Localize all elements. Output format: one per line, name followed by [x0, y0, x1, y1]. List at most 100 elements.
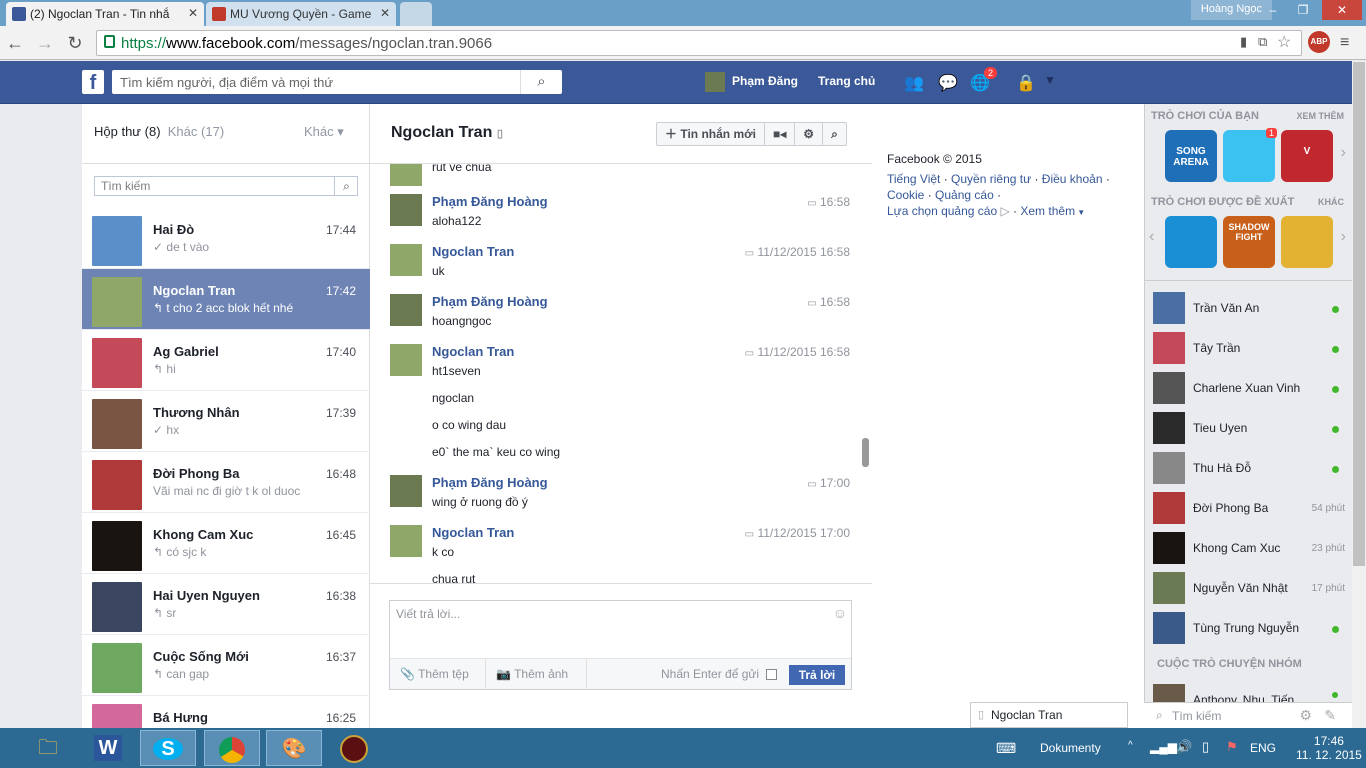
- close-tab-icon[interactable]: ✕: [188, 6, 198, 20]
- window-close-icon[interactable]: ✕: [1322, 0, 1362, 20]
- chat-search-input[interactable]: Tìm kiếm: [1172, 709, 1221, 723]
- tab-other[interactable]: Khác: [168, 124, 198, 139]
- mu-game-icon[interactable]: [326, 730, 382, 766]
- thread-item[interactable]: Thương Nhân 17:39 ✓ hx: [82, 391, 370, 452]
- suggested-game-tile[interactable]: [1165, 216, 1217, 268]
- search-icon[interactable]: ⌕: [823, 123, 846, 145]
- close-tab-icon[interactable]: ✕: [380, 6, 390, 20]
- bookmark-star-icon[interactable]: ☆: [1277, 32, 1291, 52]
- back-arrow-icon[interactable]: ←: [4, 32, 26, 54]
- thread-item[interactable]: Khong Cam Xuc 16:45 ↰ có sjc k: [82, 513, 370, 574]
- language-indicator[interactable]: ENG: [1250, 741, 1276, 755]
- thread-item[interactable]: Cuộc Sống Mới 16:37 ↰ can gap: [82, 635, 370, 696]
- messages-icon[interactable]: 💬: [938, 73, 958, 93]
- gear-icon[interactable]: ⚙: [1299, 707, 1312, 724]
- extension-icon[interactable]: ▮: [1240, 34, 1247, 50]
- address-bar[interactable]: https://www.facebook.com/messages/ngocla…: [96, 30, 1302, 56]
- inbox-search-input[interactable]: Tìm kiếm: [94, 176, 358, 196]
- enter-to-send-checkbox[interactable]: [766, 669, 777, 680]
- secure-lock-icon[interactable]: [104, 35, 115, 48]
- chat-contact[interactable]: Trần Văn An: [1153, 292, 1345, 332]
- reply-button[interactable]: Trả lời: [789, 665, 845, 685]
- gear-icon[interactable]: ⚙: [795, 123, 824, 145]
- reply-composer[interactable]: Viết trả lời... ☺ 📎 Thêm tệp 📷 Thêm ảnh …: [389, 600, 852, 690]
- footer-link-ad-choices[interactable]: Lựa chọn quảng cáo: [887, 204, 997, 218]
- thread-item[interactable]: Hai Đò 17:44 ✓ de t vào: [82, 208, 370, 269]
- chat-contact[interactable]: Nguyễn Văn Nhật 17 phút: [1153, 572, 1345, 612]
- chat-contact[interactable]: Tùng Trung Nguyễn: [1153, 612, 1345, 652]
- documents-toolbar[interactable]: Dokumenty: [1040, 741, 1101, 755]
- footer-link-terms[interactable]: Điều khoản: [1042, 172, 1103, 186]
- footer-link-ads[interactable]: Quảng cáo: [935, 188, 994, 202]
- keyboard-icon[interactable]: ⌨: [996, 740, 1016, 757]
- message-scrollbar[interactable]: [862, 438, 869, 467]
- more-dropdown[interactable]: Khác ▾: [304, 124, 344, 140]
- footer-link-language[interactable]: Tiếng Việt: [887, 172, 940, 186]
- game-tile[interactable]: 1: [1223, 128, 1277, 182]
- suggested-more-link[interactable]: KHÁC: [1318, 197, 1344, 207]
- chevron-right-icon[interactable]: ›: [1341, 228, 1346, 246]
- message-avatar[interactable]: [390, 294, 422, 326]
- forward-arrow-icon[interactable]: →: [34, 32, 56, 54]
- account-chevron-down-icon[interactable]: ▼: [1044, 73, 1056, 87]
- message-avatar[interactable]: [390, 344, 422, 376]
- compose-icon[interactable]: ✎: [1324, 707, 1336, 724]
- games-see-more-link[interactable]: XEM THÊM: [1296, 111, 1344, 121]
- message-sender[interactable]: Ngoclan Tran: [432, 525, 514, 540]
- chat-contact[interactable]: Tây Trần: [1153, 332, 1345, 372]
- footer-link-more[interactable]: Xem thêm: [1020, 204, 1075, 218]
- suggested-game-tile[interactable]: [1281, 216, 1333, 268]
- tab-inbox[interactable]: Hộp thư: [94, 124, 141, 139]
- skype-icon[interactable]: S: [140, 730, 196, 766]
- user-avatar[interactable]: [705, 72, 725, 92]
- message-avatar[interactable]: [390, 164, 422, 186]
- message-avatar[interactable]: [390, 244, 422, 276]
- paint-icon[interactable]: 🎨: [266, 730, 322, 766]
- emoji-icon[interactable]: ☺: [833, 605, 847, 621]
- translate-icon[interactable]: ⧉: [1258, 34, 1267, 50]
- tray-expand-icon[interactable]: ^: [1128, 740, 1133, 751]
- signal-icon[interactable]: ▂▄▆: [1150, 740, 1177, 754]
- message-sender[interactable]: Phạm Đăng Hoàng: [432, 194, 548, 209]
- network-error-icon[interactable]: ⚑: [1226, 739, 1238, 755]
- message-avatar[interactable]: [390, 194, 422, 226]
- reload-icon[interactable]: ↻: [64, 32, 86, 54]
- game-tile[interactable]: V: [1281, 130, 1333, 182]
- adblock-icon[interactable]: ABP: [1308, 31, 1330, 53]
- message-avatar[interactable]: [390, 525, 422, 557]
- add-photo-button[interactable]: 📷 Thêm ảnh: [496, 667, 568, 681]
- clock[interactable]: 17:46 11. 12. 2015: [1296, 734, 1362, 762]
- message-sender[interactable]: Phạm Đăng Hoàng: [432, 294, 548, 309]
- privacy-lock-icon[interactable]: 🔒: [1016, 73, 1036, 93]
- game-tile[interactable]: SONG ARENA: [1165, 130, 1217, 182]
- chevron-left-icon[interactable]: ‹: [1149, 228, 1154, 246]
- chat-contact[interactable]: Tieu Uyen: [1153, 412, 1345, 452]
- thread-item[interactable]: Ngoclan Tran 17:42 ↰ t cho 2 acc blok hết …: [82, 269, 370, 330]
- thread-item[interactable]: Đời Phong Ba 16:48 Vãi mai nc đi giờ t k o…: [82, 452, 370, 513]
- minimize-icon[interactable]: –: [1258, 0, 1288, 20]
- new-message-button[interactable]: ＋ Tin nhắn mới: [657, 123, 766, 145]
- search-icon[interactable]: ⌕: [520, 70, 562, 94]
- video-call-icon[interactable]: ■◂: [765, 123, 796, 145]
- facebook-logo-icon[interactable]: f: [82, 70, 104, 94]
- message-avatar[interactable]: [390, 475, 422, 507]
- chrome-icon[interactable]: [204, 730, 260, 766]
- add-file-button[interactable]: 📎 Thêm tệp: [400, 667, 469, 681]
- global-search-input[interactable]: Tìm kiếm người, địa điểm và mọi thứ: [112, 70, 562, 94]
- new-tab-button[interactable]: [400, 2, 432, 26]
- thread-item[interactable]: Hai Uyen Nguyen 16:38 ↰ sr: [82, 574, 370, 635]
- profile-link[interactable]: Phạm Đăng: [732, 74, 798, 88]
- maximize-icon[interactable]: ❐: [1288, 0, 1318, 20]
- search-icon[interactable]: ⌕: [334, 176, 358, 196]
- friend-requests-icon[interactable]: 👥: [904, 73, 924, 93]
- footer-link-cookie[interactable]: Cookie: [887, 188, 924, 202]
- volume-icon[interactable]: 🔊: [1176, 739, 1192, 755]
- home-link[interactable]: Trang chủ: [818, 74, 875, 88]
- reply-input[interactable]: Viết trả lời...: [396, 607, 460, 621]
- chat-tab-ngoclan[interactable]: ▯ Ngoclan Tran: [970, 702, 1128, 728]
- message-sender[interactable]: Ngoclan Tran: [432, 344, 514, 359]
- chat-contact[interactable]: Khong Cam Xuc 23 phút: [1153, 532, 1345, 572]
- browser-tab-game[interactable]: MU Vương Quyền - Game ✕: [206, 2, 396, 26]
- group-chat-item[interactable]: Anthony, Nhu, Tiến: [1193, 693, 1294, 702]
- browser-menu-icon[interactable]: ≡: [1340, 34, 1349, 52]
